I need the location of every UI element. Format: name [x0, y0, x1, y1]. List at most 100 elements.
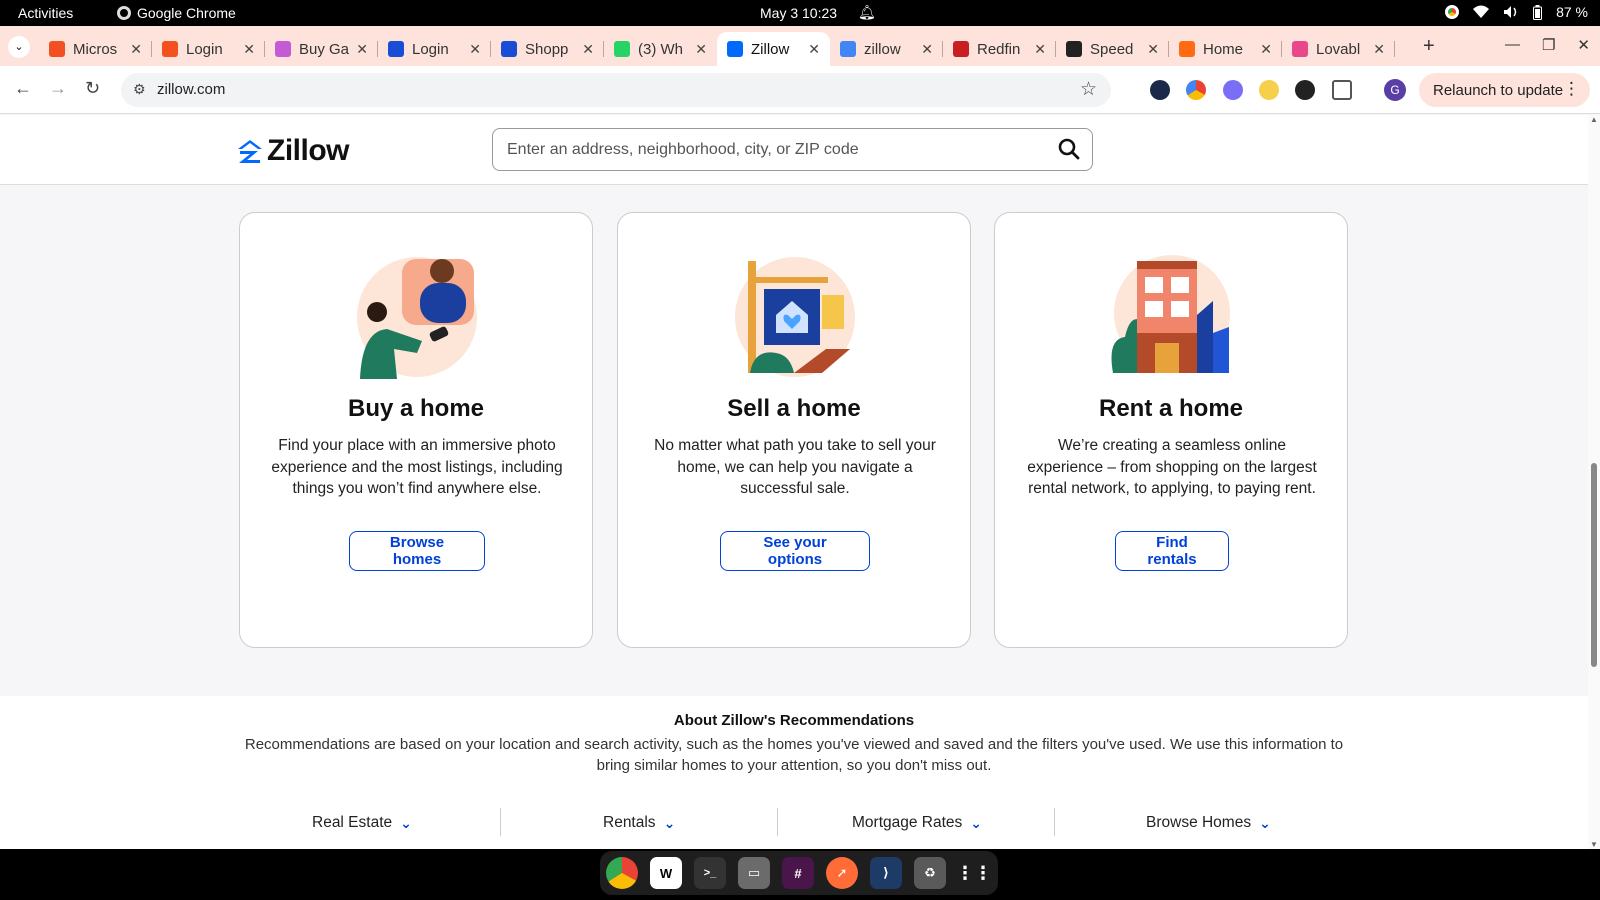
- app-grid-icon[interactable]: ⋮⋮: [956, 857, 992, 889]
- bookmark-star-icon[interactable]: ☆: [1080, 78, 1097, 101]
- browser-tab[interactable]: Login ✕: [152, 32, 265, 66]
- close-tab-icon[interactable]: ✕: [695, 41, 707, 58]
- restore-icon[interactable]: ❐: [1542, 36, 1555, 54]
- close-tab-icon[interactable]: ✕: [808, 41, 820, 58]
- close-tab-icon[interactable]: ✕: [130, 41, 142, 58]
- browser-tab[interactable]: Lovabl ✕: [1282, 32, 1395, 66]
- card-title: Sell a home: [727, 395, 861, 422]
- forward-arrow-icon[interactable]: →: [49, 78, 67, 99]
- browser-tab[interactable]: Zillow ✕: [717, 32, 830, 66]
- browser-tab[interactable]: Buy Ga ✕: [265, 32, 378, 66]
- trash-icon[interactable]: ♻: [914, 857, 946, 889]
- zillow-logo[interactable]: Zillow: [237, 134, 350, 168]
- chrome-icon[interactable]: [606, 857, 638, 889]
- wps-icon[interactable]: W: [650, 857, 682, 889]
- browser-tab[interactable]: Home ✕: [1169, 32, 1282, 66]
- footer-nav-rentals[interactable]: Rentals ⌄: [603, 808, 675, 838]
- speedtest-icon: [1066, 41, 1082, 57]
- close-tab-icon[interactable]: ✕: [1034, 41, 1046, 58]
- recommendations-info-section: About Zillow's Recommendations Recommend…: [0, 696, 1588, 849]
- browse-homes-button[interactable]: Browse homes: [349, 531, 485, 571]
- color-extension-icon[interactable]: [1186, 80, 1206, 100]
- find-rentals-button[interactable]: Find rentals: [1115, 531, 1229, 571]
- zillow-z-icon: [238, 140, 262, 163]
- browser-tab[interactable]: Login ✕: [378, 32, 491, 66]
- more-vert-icon[interactable]: ⋮: [1563, 79, 1580, 99]
- browser-tab[interactable]: Shopp ✕: [491, 32, 604, 66]
- search-input[interactable]: [507, 139, 1047, 161]
- page-scrollbar[interactable]: ▲ ▼: [1588, 115, 1600, 849]
- footer-nav-browse-homes[interactable]: Browse Homes ⌄: [1146, 808, 1271, 838]
- footer-nav-mortgage-rates[interactable]: Mortgage Rates ⌄: [852, 808, 982, 838]
- system-tray[interactable]: 87 %: [1445, 4, 1588, 20]
- reload-icon[interactable]: ↻: [85, 78, 100, 99]
- terminal-icon[interactable]: >_: [694, 857, 726, 889]
- close-window-icon[interactable]: ✕: [1577, 36, 1590, 54]
- close-tab-icon[interactable]: ✕: [1260, 41, 1272, 58]
- tab-title: Shopp: [525, 40, 569, 58]
- tab-title: Lovabl: [1316, 40, 1361, 58]
- footer-nav-real-estate[interactable]: Real Estate ⌄: [312, 808, 412, 838]
- sparkle-extension-icon[interactable]: [1223, 80, 1243, 100]
- close-tab-icon[interactable]: ✕: [243, 41, 255, 58]
- wordpress-extension-icon[interactable]: [1295, 80, 1315, 100]
- search-icon[interactable]: [1058, 138, 1080, 160]
- chevron-down-icon: ⌄: [14, 41, 24, 53]
- tab-title: Zillow: [751, 40, 790, 58]
- browser-tab[interactable]: Micros ✕: [39, 32, 152, 66]
- zillow-wordmark: Zillow: [267, 134, 350, 167]
- notification-bell-icon: 🔔︎: [858, 4, 876, 20]
- tab-title: Micros: [73, 40, 118, 58]
- react-devtools-icon[interactable]: [1150, 80, 1170, 100]
- minimize-icon[interactable]: —: [1505, 36, 1520, 54]
- files-icon[interactable]: ▭: [738, 857, 770, 889]
- sell-home-card: Sell a home No matter what path you take…: [617, 212, 971, 648]
- site-info-icon[interactable]: ⚙: [133, 81, 146, 98]
- scroll-down-icon[interactable]: ▼: [1590, 840, 1598, 849]
- browser-tab[interactable]: zillow ✕: [830, 32, 943, 66]
- address-url[interactable]: zillow.com: [157, 81, 225, 98]
- w-logo-icon: [501, 41, 517, 57]
- vscode-icon[interactable]: ⟩: [870, 857, 902, 889]
- card-title: Rent a home: [1098, 395, 1244, 422]
- browser-tab[interactable]: Redfin ✕: [943, 32, 1056, 66]
- active-app-name: Google Chrome: [137, 5, 236, 21]
- tab-title: Login: [412, 40, 449, 58]
- battery-icon: [1533, 4, 1543, 20]
- chevron-down-icon: ⌄: [1259, 814, 1271, 831]
- close-tab-icon[interactable]: ✕: [1373, 41, 1385, 58]
- new-tab-button[interactable]: +: [1423, 35, 1435, 58]
- rent-home-illustration-icon: [1111, 255, 1230, 373]
- close-tab-icon[interactable]: ✕: [356, 41, 368, 58]
- active-app-indicator[interactable]: Google Chrome: [117, 5, 236, 21]
- activities-button[interactable]: Activities: [18, 5, 73, 21]
- volume-icon: [1504, 6, 1517, 18]
- close-tab-icon[interactable]: ✕: [921, 41, 933, 58]
- close-tab-icon[interactable]: ✕: [469, 41, 481, 58]
- close-tab-icon[interactable]: ✕: [582, 41, 594, 58]
- footer-nav: Real Estate ⌄ Rentals ⌄ Mortgage Rates ⌄…: [232, 808, 1356, 840]
- scroll-up-icon[interactable]: ▲: [1590, 115, 1598, 124]
- see-your-options-button[interactable]: See your options: [720, 531, 870, 571]
- pencil-extension-icon[interactable]: [1259, 80, 1279, 100]
- clock[interactable]: May 3 10:23: [760, 5, 837, 21]
- back-arrow-icon[interactable]: ←: [14, 78, 32, 99]
- scrollbar-thumb[interactable]: [1591, 463, 1597, 667]
- whatsapp-icon: [614, 41, 630, 57]
- slack-icon[interactable]: #: [782, 857, 814, 889]
- postman-icon[interactable]: ➚: [826, 857, 858, 889]
- divider: [777, 808, 778, 836]
- zillow-icon: [727, 41, 743, 57]
- address-bar[interactable]: ⚙ zillow.com ☆: [121, 73, 1111, 107]
- relaunch-to-update-button[interactable]: Relaunch to update ⋮: [1419, 73, 1590, 107]
- extensions-puzzle-icon[interactable]: [1332, 80, 1352, 100]
- close-tab-icon[interactable]: ✕: [1147, 41, 1159, 58]
- browser-tab[interactable]: Speed ✕: [1056, 32, 1169, 66]
- browser-tab[interactable]: (3) Wh ✕: [604, 32, 717, 66]
- tab-title: Redfin: [977, 40, 1021, 58]
- profile-avatar[interactable]: G: [1384, 79, 1406, 101]
- browser-tab-strip: ⌄ Micros ✕ Login ✕ Buy Ga ✕ Login ✕ Shopp ✕ (3) Wh…: [0, 26, 1600, 66]
- tab-title: Speed: [1090, 40, 1134, 58]
- tab-search-button[interactable]: ⌄: [8, 36, 30, 58]
- card-title: Buy a home: [347, 395, 485, 422]
